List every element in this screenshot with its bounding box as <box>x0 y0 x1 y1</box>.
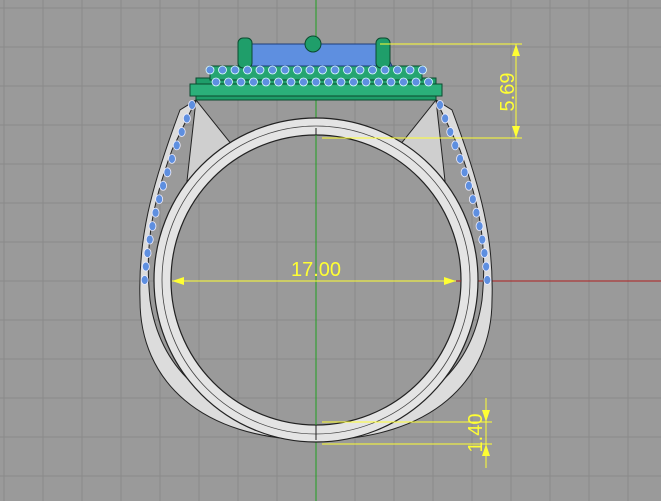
halo-stone <box>261 77 271 87</box>
halo-stone <box>255 65 265 75</box>
halo-stone <box>293 65 302 75</box>
halo-stone <box>374 77 383 87</box>
shoulder-stone <box>143 248 152 258</box>
halo-stone <box>268 65 277 75</box>
halo-stone <box>249 77 258 87</box>
halo-stone <box>405 65 415 75</box>
shoulder-stone <box>163 167 172 178</box>
halo-stone <box>286 77 296 87</box>
viewport-canvas[interactable]: 17.00 5.69 1.40 <box>0 0 661 501</box>
shoulder-stone <box>441 113 450 124</box>
halo-stone <box>368 65 377 75</box>
halo-stone <box>424 77 433 87</box>
shoulder-stone <box>456 153 464 164</box>
shoulder-stone <box>475 221 484 232</box>
halo-stone <box>393 65 402 75</box>
halo-stone <box>355 65 365 75</box>
shoulder-stone <box>182 113 191 124</box>
prong-center <box>304 35 322 53</box>
halo-stone <box>299 77 308 87</box>
shoulder-stone <box>140 275 149 285</box>
halo-stone <box>243 65 252 75</box>
halo-stone <box>218 65 227 75</box>
halo-stone <box>324 77 333 87</box>
shoulder-stone <box>451 140 460 151</box>
shoulder-stone <box>168 153 176 164</box>
shoulder-stone <box>177 127 186 137</box>
halo-stone <box>211 77 221 87</box>
prong-right <box>375 37 391 69</box>
shoulder-stone <box>151 207 160 218</box>
halo-stone <box>380 65 390 75</box>
height-label: 5.69 <box>497 73 519 112</box>
shoulder-stone <box>460 167 469 178</box>
shoulder-stone <box>155 194 164 205</box>
halo-stone <box>343 65 352 75</box>
shoulder-stone <box>446 127 455 137</box>
shoulder-stone <box>480 248 489 258</box>
halo-stone <box>411 77 421 87</box>
shoulder-stone <box>148 221 157 232</box>
halo-stone <box>305 65 315 75</box>
halo-stone <box>205 65 215 75</box>
shoulder-stone <box>159 180 167 191</box>
halo-stone <box>311 77 321 87</box>
halo-stone <box>361 77 371 87</box>
cad-viewport[interactable]: 17.00 5.69 1.40 <box>0 0 661 501</box>
halo-stone <box>336 77 346 87</box>
halo-stone <box>274 77 283 87</box>
thickness-label: 1.40 <box>465 414 487 453</box>
shoulder-stone <box>468 194 477 205</box>
shoulder-stone <box>482 261 491 272</box>
shoulder-stone <box>478 234 487 245</box>
shoulder-stone <box>472 207 481 218</box>
shoulder-stone <box>436 100 444 110</box>
shoulder-stone <box>145 234 154 245</box>
halo-stone <box>224 77 233 87</box>
shoulder-stone <box>188 100 196 110</box>
prong-left <box>237 37 253 69</box>
halo-stone <box>418 65 427 75</box>
halo-stone <box>386 77 396 87</box>
diameter-label: 17.00 <box>291 259 341 281</box>
halo-stone <box>399 77 408 87</box>
shoulder-stone <box>141 261 150 272</box>
halo-stone <box>318 65 327 75</box>
shoulder-stone <box>465 180 473 191</box>
shoulder-stone <box>172 140 181 151</box>
halo-stone <box>349 77 358 87</box>
halo-stone <box>280 65 290 75</box>
halo-stone <box>236 77 246 87</box>
ring-head <box>189 35 443 101</box>
halo-stone <box>330 65 340 75</box>
halo-stone <box>230 65 240 75</box>
shoulder-stone <box>483 275 492 285</box>
